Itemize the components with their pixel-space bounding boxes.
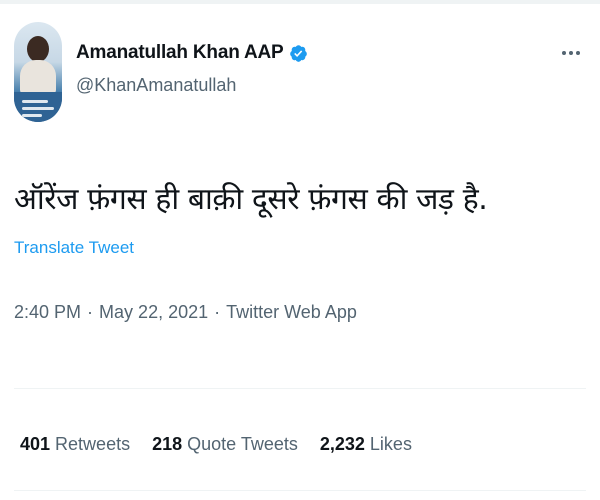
translate-tweet-link[interactable]: Translate Tweet — [14, 238, 134, 258]
tweet-meta: 2:40 PM · May 22, 2021 · Twitter Web App — [14, 302, 586, 323]
meta-separator: · — [214, 302, 221, 322]
display-name-row: Amanatullah Khan AAP — [76, 42, 308, 64]
more-options-icon[interactable] — [560, 48, 582, 58]
retweets-stat[interactable]: 401 Retweets — [20, 434, 130, 455]
display-name[interactable]: Amanatullah Khan AAP — [76, 42, 284, 64]
avatar-banner — [14, 92, 62, 122]
quote-tweets-count: 218 — [152, 434, 188, 454]
verified-badge-icon — [289, 44, 307, 62]
meta-separator: · — [87, 302, 94, 322]
tweet-date[interactable]: May 22, 2021 — [99, 302, 208, 323]
likes-count: 2,232 — [319, 434, 370, 454]
engagement-stats: 401 Retweets 218 Quote Tweets 2,232 Like… — [20, 434, 434, 455]
retweets-label: Retweets — [55, 434, 131, 454]
likes-stat[interactable]: 2,232 Likes — [320, 434, 412, 455]
tweet-header: Amanatullah Khan AAP @KhanAmanatullah — [14, 22, 586, 122]
stats-bottom-divider — [14, 490, 586, 491]
tweet-time[interactable]: 2:40 PM — [14, 302, 81, 323]
tweet-text: ऑरेंज फ़ंगस ही बाक़ी दूसरे फ़ंगस की जड़ … — [14, 182, 488, 217]
quote-tweets-label: Quote Tweets — [187, 434, 298, 454]
avatar[interactable] — [14, 22, 62, 122]
tweet-source[interactable]: Twitter Web App — [226, 302, 357, 323]
user-handle[interactable]: @KhanAmanatullah — [76, 75, 308, 96]
likes-label: Likes — [369, 434, 412, 454]
tweet-page: Amanatullah Khan AAP @KhanAmanatullah ऑर… — [0, 0, 600, 500]
avatar-head — [27, 36, 49, 62]
top-border — [0, 0, 600, 4]
retweets-count: 401 — [20, 434, 56, 454]
stats-top-divider — [14, 388, 586, 389]
author-names: Amanatullah Khan AAP @KhanAmanatullah — [76, 22, 308, 96]
tweet-card: Amanatullah Khan AAP @KhanAmanatullah ऑर… — [14, 22, 586, 323]
quote-tweets-stat[interactable]: 218 Quote Tweets — [152, 434, 298, 455]
avatar-body — [20, 60, 56, 94]
